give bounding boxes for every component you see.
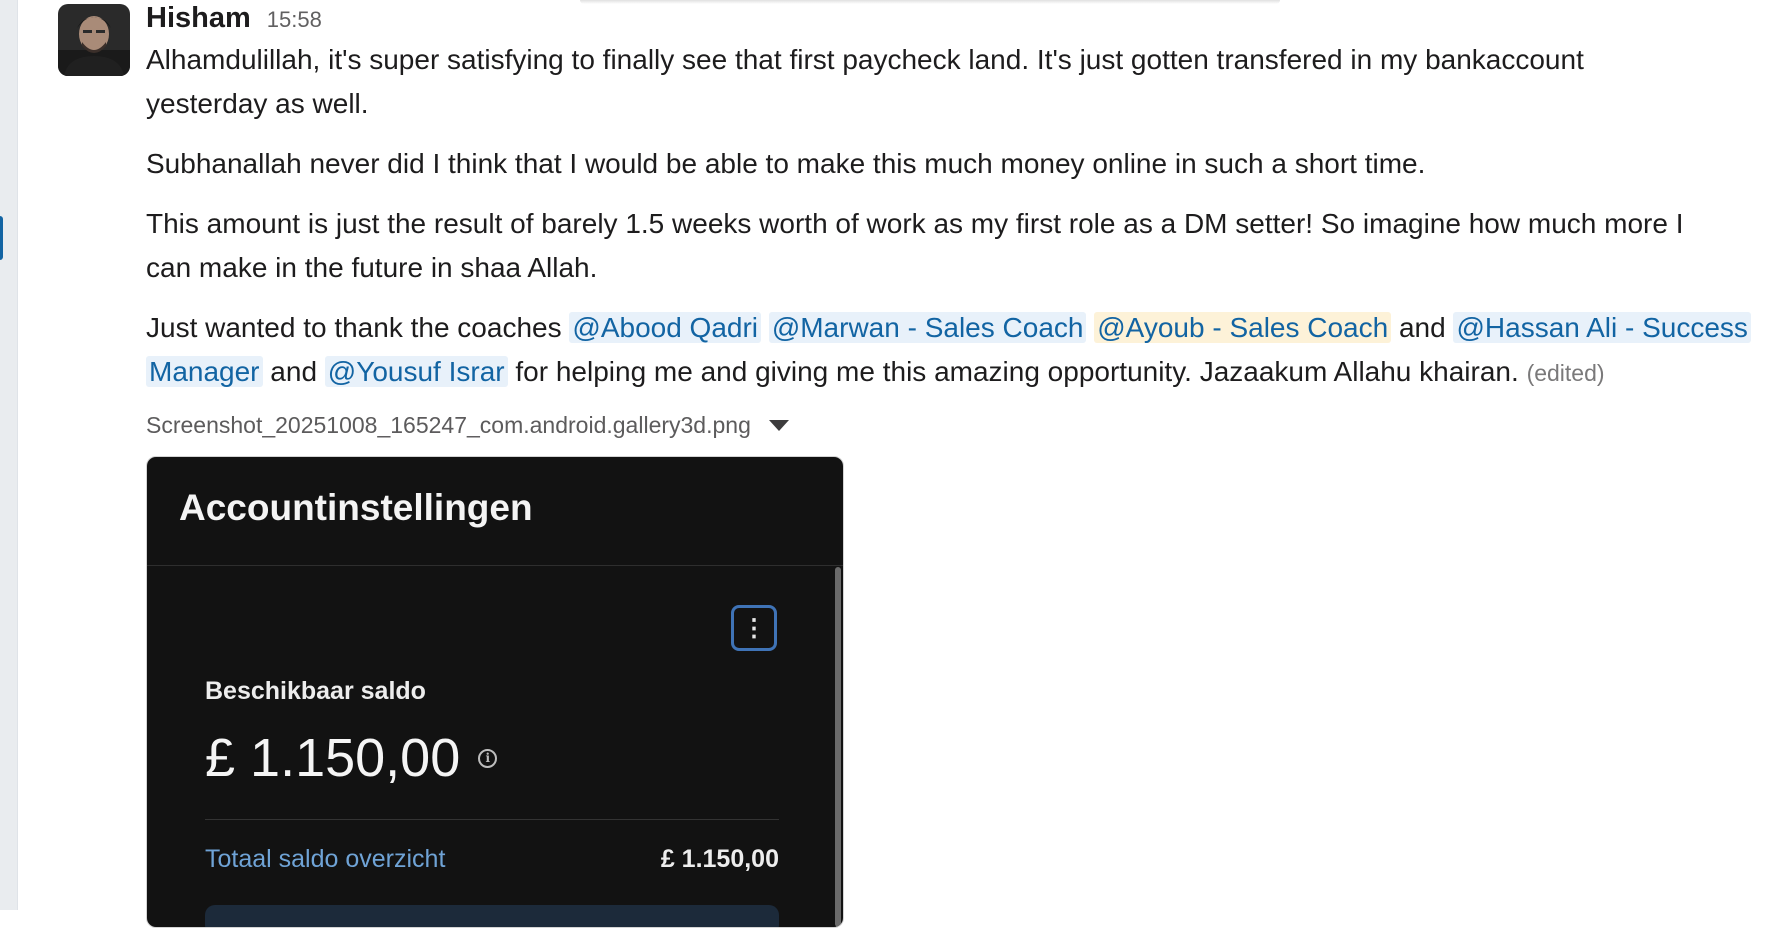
paragraph-4-line-2: Manager and @Yousuf Israr for helping me… bbox=[146, 350, 1786, 395]
avatar[interactable] bbox=[58, 4, 130, 76]
message-paragraph-3: This amount is just the result of barely… bbox=[146, 202, 1786, 290]
paragraph-3-line-2: can make in the future in shaa Allah. bbox=[146, 252, 598, 283]
mention-abood-qadri[interactable]: @Abood Qadri bbox=[569, 312, 762, 343]
thanks-lead-text: Just wanted to thank the coaches bbox=[146, 312, 562, 343]
image-divider-mid bbox=[205, 819, 779, 820]
attachment-file-row: Screenshot_20251008_165247_com.android.g… bbox=[146, 405, 789, 445]
attachment-file-name[interactable]: Screenshot_20251008_165247_com.android.g… bbox=[146, 412, 751, 439]
mention-hassan-ali-continued[interactable]: Manager bbox=[146, 356, 263, 387]
paragraph-1-line-2: yesterday as well. bbox=[146, 88, 369, 119]
mention-yousuf-israr[interactable]: @Yousuf Israr bbox=[324, 356, 508, 387]
more-options-icon: ⋮ bbox=[731, 605, 777, 651]
thanks-tail-text: for helping me and giving me this amazin… bbox=[515, 356, 1519, 387]
conjunction-and-1: and bbox=[1398, 312, 1446, 343]
conjunction-and-2: and bbox=[270, 356, 318, 387]
sender-name[interactable]: Hisham bbox=[146, 2, 251, 35]
message-paragraph-2: Subhanallah never did I think that I wou… bbox=[146, 142, 1786, 186]
total-balance-value: £ 1.150,00 bbox=[660, 845, 779, 873]
paragraph-4-line-1: Just wanted to thank the coaches @Abood … bbox=[146, 306, 1786, 350]
message-header: Hisham 15:58 bbox=[146, 2, 322, 38]
image-divider-top bbox=[147, 565, 843, 566]
mention-ayoub[interactable]: @Ayoub - Sales Coach bbox=[1094, 312, 1392, 343]
mention-marwan[interactable]: @Marwan - Sales Coach bbox=[768, 312, 1087, 343]
image-title: Accountinstellingen bbox=[179, 487, 533, 528]
caret-down-icon[interactable] bbox=[768, 419, 789, 431]
info-icon: i bbox=[478, 748, 498, 768]
paragraph-3-line-1: This amount is just the result of barely… bbox=[146, 208, 1684, 239]
edited-label: (edited) bbox=[1526, 360, 1605, 386]
message-timestamp[interactable]: 15:58 bbox=[267, 7, 322, 33]
avatar-image bbox=[58, 4, 130, 76]
balance-row: £ 1.150,00 i bbox=[205, 727, 498, 789]
balance-amount: £ 1.150,00 bbox=[205, 728, 461, 788]
message-paragraph-4: Just wanted to thank the coaches @Abood … bbox=[146, 306, 1786, 395]
image-bottom-bar bbox=[205, 905, 779, 927]
total-balance-label: Totaal saldo overzicht bbox=[205, 845, 446, 873]
message: Hisham 15:58 Alhamdulillah, it's super s… bbox=[0, 0, 1786, 928]
mention-hassan-ali[interactable]: @Hassan Ali - Success bbox=[1453, 312, 1751, 343]
attachment-image-preview[interactable]: Accountinstellingen ⋮ Beschikbaar saldo … bbox=[146, 456, 844, 928]
paragraph-2-line-1: Subhanallah never did I think that I wou… bbox=[146, 148, 1426, 179]
message-body: Alhamdulillah, it's super satisfying to … bbox=[146, 38, 1786, 411]
balance-label: Beschikbaar saldo bbox=[205, 677, 426, 705]
message-paragraph-1: Alhamdulillah, it's super satisfying to … bbox=[146, 38, 1786, 126]
paragraph-1-line-1: Alhamdulillah, it's super satisfying to … bbox=[146, 44, 1584, 75]
image-scrollbar bbox=[835, 567, 841, 927]
